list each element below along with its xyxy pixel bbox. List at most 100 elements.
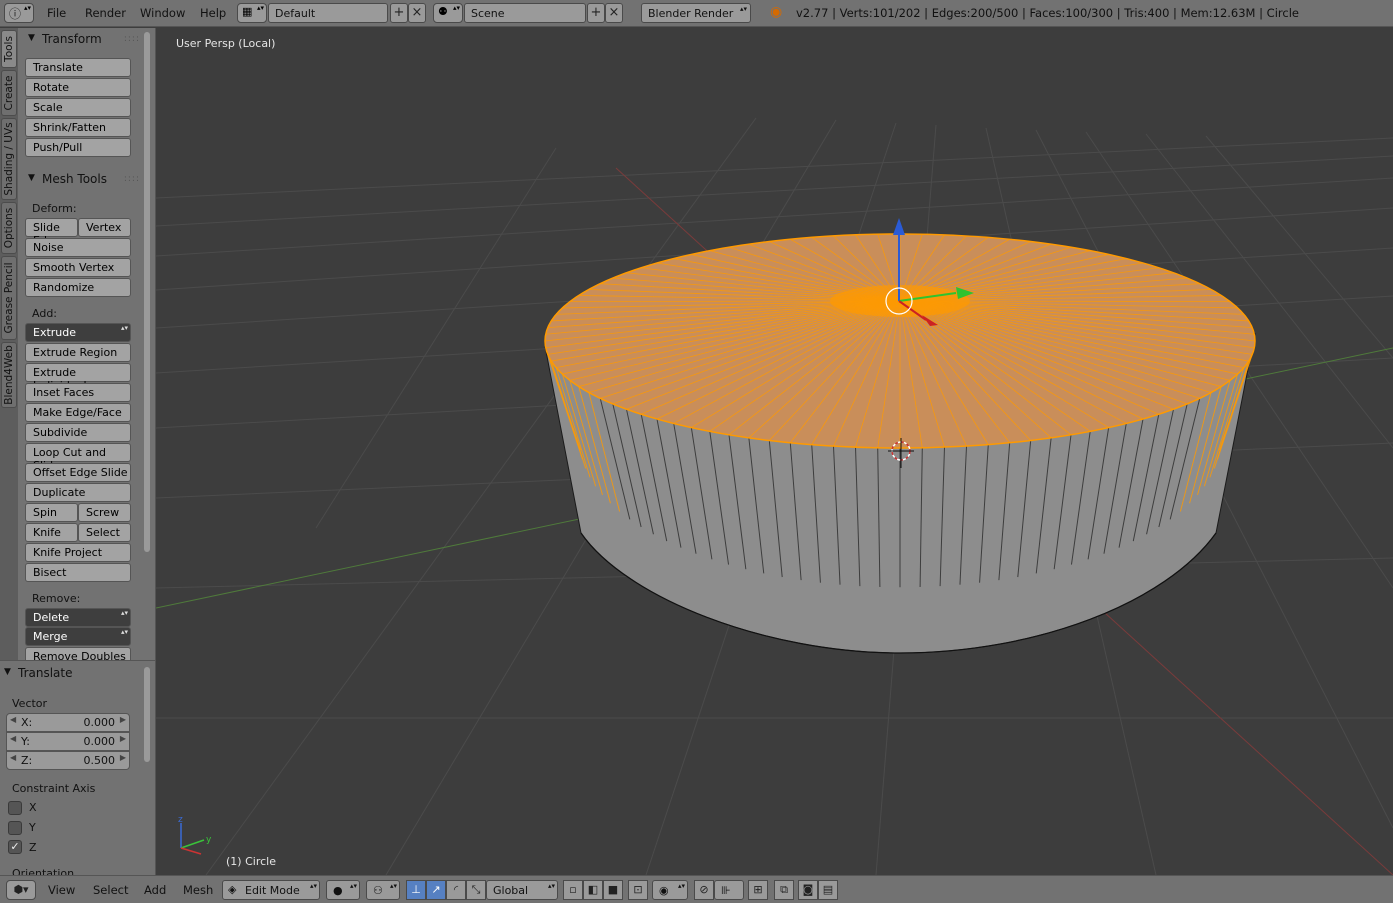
shrink-fatten-button[interactable]: Shrink/Fatten xyxy=(25,118,131,137)
increment-arrow-icon[interactable]: ▶ xyxy=(120,753,126,762)
snap-target-icon[interactable]: ⊞ xyxy=(748,880,768,900)
decrement-arrow-icon[interactable]: ◀ xyxy=(10,715,16,724)
make-edge-face-button[interactable]: Make Edge/Face xyxy=(25,403,131,422)
drag-grip-icon[interactable]: :::: xyxy=(124,174,140,184)
interaction-mode-select[interactable]: ◈ Edit Mode ▴▾ xyxy=(222,880,320,900)
constraint-x-checkbox[interactable] xyxy=(8,801,22,815)
tab-grease-pencil[interactable]: Grease Pencil xyxy=(1,256,17,340)
loop-cut-button[interactable]: Loop Cut and Slide xyxy=(25,443,131,472)
menu-window[interactable]: Window xyxy=(140,6,185,20)
view-axes-icon: z y xyxy=(178,815,212,855)
tab-tools[interactable]: Tools xyxy=(1,30,17,68)
menu-help[interactable]: Help xyxy=(200,6,226,20)
snap-toggle-icon[interactable]: ⊘ xyxy=(694,880,714,900)
rotate-button[interactable]: Rotate xyxy=(25,78,131,97)
smooth-vertex-button[interactable]: Smooth Vertex xyxy=(25,258,131,277)
vector-y-field[interactable]: ◀ Y: 0.000 ▶ xyxy=(6,732,130,751)
remove-scene-icon[interactable]: × xyxy=(605,3,623,23)
increment-arrow-icon[interactable]: ▶ xyxy=(120,715,126,724)
proportional-editing-select[interactable]: ◉ ▴▾ xyxy=(652,880,688,900)
3d-viewport[interactable]: z y User Persp (Local) (1) Circle xyxy=(156,28,1393,875)
drag-grip-icon[interactable]: :::: xyxy=(124,34,140,44)
screen-layout-field[interactable]: Default xyxy=(268,3,388,23)
tab-options[interactable]: Options xyxy=(1,202,17,254)
manipulator-toggle-icon[interactable]: ⊥ xyxy=(406,880,426,900)
editor-type-3d-view-icon[interactable]: ⬢▾ xyxy=(6,880,36,900)
screw-button[interactable]: Screw xyxy=(78,503,131,522)
decrement-arrow-icon[interactable]: ◀ xyxy=(10,734,16,743)
active-object-label: (1) Circle xyxy=(226,855,276,868)
menu-file[interactable]: File xyxy=(47,6,66,20)
extrude-individual-button[interactable]: Extrude Individual xyxy=(25,363,131,392)
translate-manipulator-icon[interactable]: ↗ xyxy=(426,880,446,900)
randomize-button[interactable]: Randomize xyxy=(25,278,131,297)
duplicate-button[interactable]: Duplicate xyxy=(25,483,131,502)
menu-render[interactable]: Render xyxy=(85,6,126,20)
knife-button[interactable]: Knife xyxy=(25,523,78,542)
spin-button[interactable]: Spin xyxy=(25,503,78,522)
extrude-region-button[interactable]: Extrude Region xyxy=(25,343,131,362)
screen-layout-icon[interactable]: ▦ ▴▾ xyxy=(237,3,267,23)
constraint-y-checkbox[interactable] xyxy=(8,821,22,835)
edge-select-icon[interactable]: ◧ xyxy=(583,880,603,900)
tab-blend4web[interactable]: Blend4Web xyxy=(1,342,17,408)
add-screen-icon[interactable]: + xyxy=(390,3,408,23)
operator-panel: ▼ Translate Vector ◀ X: 0.000 ▶ ◀ Y: 0.0… xyxy=(0,660,156,875)
orientation-label: Global xyxy=(493,884,529,897)
knife-select-button[interactable]: Select xyxy=(78,523,131,542)
tab-shading-uvs[interactable]: Shading / UVs xyxy=(1,118,17,200)
add-scene-icon[interactable]: + xyxy=(587,3,605,23)
vertex-slide-button[interactable]: Vertex xyxy=(78,218,131,237)
remove-doubles-button[interactable]: Remove Doubles xyxy=(25,647,131,660)
viewport-shading-select[interactable]: ● ▴▾ xyxy=(326,880,360,900)
vertex-select-icon[interactable]: ▫ xyxy=(563,880,583,900)
limit-selection-visible-icon[interactable]: ⊡ xyxy=(628,880,648,900)
render-engine-select[interactable]: Blender Render ▴▾ xyxy=(641,3,751,23)
transform-panel-header[interactable]: ▼ Transform :::: xyxy=(18,30,140,50)
constraint-z-checkbox[interactable]: ✓ xyxy=(8,840,22,854)
menu-mesh[interactable]: Mesh xyxy=(183,883,213,897)
translate-button[interactable]: Translate xyxy=(25,58,131,77)
subdivide-button[interactable]: Subdivide xyxy=(25,423,131,442)
menu-add[interactable]: Add xyxy=(144,883,166,897)
scene-icon[interactable]: ⚉ ▴▾ xyxy=(433,3,463,23)
menu-view[interactable]: View xyxy=(48,883,75,897)
render-animation-icon[interactable]: ▤ xyxy=(818,880,838,900)
slide-edge-button[interactable]: Slide Ed xyxy=(25,218,78,247)
offset-edge-slide-button[interactable]: Offset Edge Slide xyxy=(25,463,131,482)
bisect-button[interactable]: Bisect xyxy=(25,563,131,582)
rotate-manipulator-icon[interactable]: ◜ xyxy=(446,880,466,900)
copy-icon[interactable]: ⧉ xyxy=(774,880,794,900)
snap-element-select[interactable]: ⊪ xyxy=(714,880,744,900)
remove-screen-icon[interactable]: × xyxy=(408,3,426,23)
scale-manipulator-icon[interactable]: ⤡ xyxy=(466,880,486,900)
merge-menu[interactable]: Merge xyxy=(25,627,131,646)
decrement-arrow-icon[interactable]: ◀ xyxy=(10,753,16,762)
mesh-tools-panel-header[interactable]: ▼ Mesh Tools :::: xyxy=(18,170,140,190)
editor-type-info-icon[interactable]: ⓘ ▴▾ xyxy=(4,3,34,23)
face-select-icon[interactable]: ■ xyxy=(603,880,623,900)
inset-faces-button[interactable]: Inset Faces xyxy=(25,383,131,402)
edit-mode-label: Edit Mode xyxy=(245,884,300,897)
collapse-triangle-icon: ▼ xyxy=(28,33,35,43)
noise-button[interactable]: Noise xyxy=(25,238,131,257)
z-gizmo-arrow-icon xyxy=(893,218,905,235)
menu-select[interactable]: Select xyxy=(93,883,128,897)
pivot-point-select[interactable]: ⚇ ▴▾ xyxy=(366,880,400,900)
extrude-menu[interactable]: Extrude xyxy=(25,323,131,342)
increment-arrow-icon[interactable]: ▶ xyxy=(120,734,126,743)
scale-button[interactable]: Scale xyxy=(25,98,131,117)
delete-menu[interactable]: Delete xyxy=(25,608,131,627)
vector-z-field[interactable]: ◀ Z: 0.500 ▶ xyxy=(6,751,130,770)
render-camera-icon[interactable]: ◙ xyxy=(798,880,818,900)
vector-x-field[interactable]: ◀ X: 0.000 ▶ xyxy=(6,713,130,732)
translate-operator-header[interactable]: ▼ Translate xyxy=(0,664,114,684)
tab-create[interactable]: Create xyxy=(1,70,17,116)
transform-orientation-select[interactable]: Global ▴▾ xyxy=(486,880,558,900)
scene-field[interactable]: Scene xyxy=(464,3,586,23)
knife-project-button[interactable]: Knife Project xyxy=(25,543,131,562)
push-pull-button[interactable]: Push/Pull xyxy=(25,138,131,157)
toolshelf-scrollbar[interactable] xyxy=(144,32,150,552)
collapse-triangle-icon: ▼ xyxy=(28,173,35,183)
operator-scrollbar[interactable] xyxy=(144,667,150,762)
